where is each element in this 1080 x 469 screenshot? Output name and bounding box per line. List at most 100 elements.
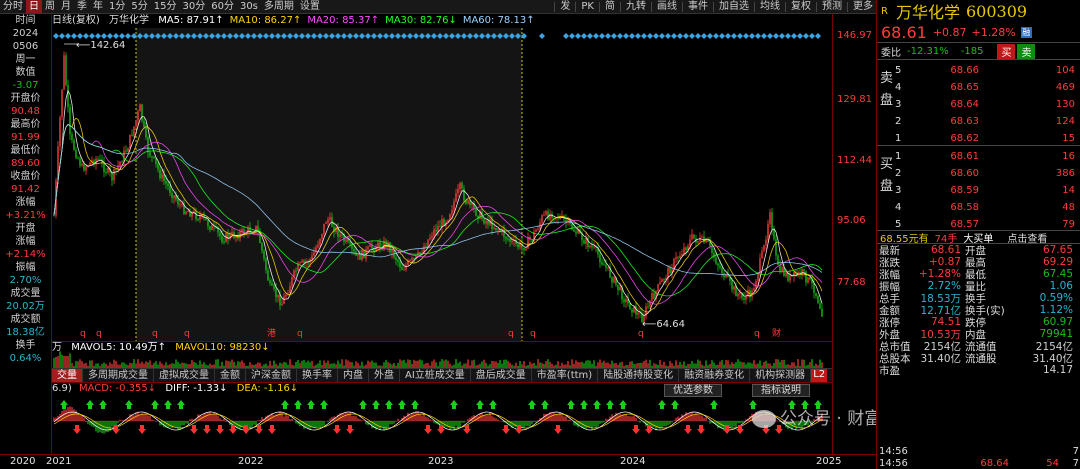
bid-level[interactable]: 3 68.59 14 bbox=[895, 182, 1080, 199]
period-tab-3[interactable]: 月 bbox=[58, 0, 74, 13]
signal-marker bbox=[53, 33, 59, 39]
stock-terminal: 分时日周月季年 1分 5分 15分 30分 60分 30s 多周期 设置 发 PK 简九转 画线 事件 加自… bbox=[0, 0, 1080, 469]
signal-marker bbox=[125, 33, 131, 39]
toolbar-right-7[interactable]: 均线 bbox=[757, 0, 783, 13]
candle-body bbox=[433, 229, 435, 236]
period-tab-4[interactable]: 季 bbox=[74, 0, 90, 13]
period-tab-11[interactable]: 30s bbox=[237, 0, 261, 13]
period-tab-13[interactable]: 设置 bbox=[297, 0, 323, 13]
candle-body bbox=[83, 163, 85, 171]
indicator-tab-2[interactable]: 虚拟成交量 bbox=[154, 369, 215, 382]
ask-level[interactable]: 2 68.63 124 bbox=[895, 113, 1080, 130]
sell-button[interactable]: 卖 bbox=[1017, 43, 1036, 59]
buy-button[interactable]: 买 bbox=[997, 43, 1016, 59]
signal-marker bbox=[731, 33, 737, 39]
candle-body bbox=[111, 172, 113, 181]
macd-pane[interactable]: 6.9) MACD: -0.355↓ DIFF: -1.33↓ DEA: -1.… bbox=[52, 382, 832, 454]
level-number: 5 bbox=[895, 219, 902, 230]
macd-signal-arrow bbox=[73, 425, 81, 434]
candle-body bbox=[283, 296, 285, 304]
indicator-help-button[interactable]: 指标说明 bbox=[752, 384, 810, 397]
candle-body bbox=[629, 303, 631, 310]
toolbar-separator bbox=[785, 1, 786, 12]
indicator-tab-13[interactable]: 机构探测器 bbox=[750, 369, 812, 382]
toolbar-right-6[interactable]: 加自选 bbox=[716, 0, 752, 13]
candle-body bbox=[819, 303, 821, 309]
candle-body bbox=[441, 218, 443, 228]
candle-body bbox=[777, 255, 779, 265]
toolbar-right-3[interactable]: 九转 bbox=[623, 0, 649, 13]
toolbar-separator bbox=[816, 1, 817, 12]
last-price: 68.61 bbox=[881, 22, 927, 42]
macd-signal-arrow bbox=[424, 425, 432, 434]
wechat-logo-icon bbox=[752, 410, 776, 428]
candle-body bbox=[185, 211, 187, 214]
period-tab-8[interactable]: 15分 bbox=[151, 0, 180, 13]
indicator-tab-8[interactable]: AI立桩成交量 bbox=[400, 369, 471, 382]
indicator-tab-0[interactable]: 交量 bbox=[52, 369, 83, 382]
candle-body bbox=[301, 260, 303, 263]
ask-level[interactable]: 4 68.65 469 bbox=[895, 79, 1080, 96]
signal-marker bbox=[659, 33, 665, 39]
info-line: 0506 bbox=[12, 41, 39, 52]
signal-marker bbox=[785, 33, 791, 39]
candle-body bbox=[725, 273, 727, 278]
bid-level[interactable]: 2 68.60 386 bbox=[895, 165, 1080, 182]
candle-body bbox=[89, 162, 91, 166]
toolbar-right-5[interactable]: 事件 bbox=[685, 0, 711, 13]
candle-body bbox=[113, 169, 115, 181]
macd-signal-arrow bbox=[333, 425, 341, 434]
candle-body bbox=[817, 295, 819, 304]
period-tab-12[interactable]: 多周期 bbox=[261, 0, 297, 13]
volume-pane[interactable]: 万 MAVOL5: 10.49万↑ MAVOL10: 98230↓ bbox=[52, 341, 832, 369]
candle-body bbox=[683, 247, 685, 255]
toolbar-right-9[interactable]: 预测 bbox=[819, 0, 845, 13]
candle-body bbox=[303, 260, 305, 263]
signal-marker bbox=[95, 33, 101, 39]
candle-body bbox=[399, 261, 401, 268]
bid-level[interactable]: 4 68.58 48 bbox=[895, 199, 1080, 216]
toolbar-right-4[interactable]: 画线 bbox=[654, 0, 680, 13]
indicator-tab-4[interactable]: 沪深金额 bbox=[246, 369, 297, 382]
indicator-tab-14[interactable]: 资金抄底 bbox=[830, 369, 832, 382]
candle-body bbox=[651, 293, 653, 301]
indicator-tab-3[interactable]: 金额 bbox=[215, 369, 246, 382]
candle-body bbox=[575, 231, 577, 234]
candle-body bbox=[459, 183, 461, 189]
price-chart[interactable]: ⟵142.64 ⟵64.64 q q q q q q q q q 港财 bbox=[52, 28, 832, 341]
period-tab-10[interactable]: 60分 bbox=[208, 0, 237, 13]
margin-badge[interactable]: 融 bbox=[1020, 26, 1032, 38]
macd-signal-arrow bbox=[411, 400, 419, 409]
period-tab-9[interactable]: 30分 bbox=[179, 0, 208, 13]
toolbar-right-8[interactable]: 复权 bbox=[788, 0, 814, 13]
period-tab-7[interactable]: 5分 bbox=[128, 0, 150, 13]
indicator-tab-11[interactable]: 陆股通持股变化 bbox=[598, 369, 680, 382]
indicator-tab-6[interactable]: 内盘 bbox=[338, 369, 369, 382]
toolbar-right-10[interactable]: 更多 bbox=[850, 0, 876, 13]
info-line: 涨幅 bbox=[15, 236, 36, 247]
price-change: +0.87 bbox=[932, 25, 967, 39]
period-tab-6[interactable]: 1分 bbox=[106, 0, 128, 13]
ask-level[interactable]: 3 68.64 130 bbox=[895, 96, 1080, 113]
macd-signal-arrow bbox=[164, 400, 172, 409]
period-tab-0[interactable]: 分时 bbox=[0, 0, 26, 13]
toolbar-right-1[interactable]: PK bbox=[578, 0, 597, 13]
indicator-tab-12[interactable]: 融资融券变化 bbox=[679, 369, 751, 382]
period-tab-2[interactable]: 周 bbox=[42, 0, 58, 13]
indicator-tab-1[interactable]: 多周期成交量 bbox=[83, 369, 154, 382]
period-tab-5[interactable]: 年 bbox=[90, 0, 106, 13]
chart-mode-label[interactable]: 日线(复权) bbox=[52, 15, 100, 26]
indicator-tab-9[interactable]: 盘后成交量 bbox=[471, 369, 532, 382]
bid-level[interactable]: 1 68.61 16 bbox=[895, 148, 1080, 165]
period-tab-1[interactable]: 日 bbox=[26, 0, 42, 13]
info-line: 振幅 bbox=[15, 262, 36, 273]
bid-level[interactable]: 5 68.57 79 bbox=[895, 216, 1080, 233]
candlestick-chart[interactable]: ⟵142.64⟵64.64q q q q q q q q q港财 bbox=[52, 28, 832, 341]
ask-level[interactable]: 5 68.66 104 bbox=[895, 62, 1080, 79]
indicator-tab-5[interactable]: 换手率 bbox=[297, 369, 338, 382]
indicator-tab-7[interactable]: 外盘 bbox=[369, 369, 400, 382]
toolbar-right-0[interactable]: 发 bbox=[557, 0, 573, 13]
optimize-params-button[interactable]: 优选参数 bbox=[664, 384, 722, 397]
toolbar-right-2[interactable]: 简 bbox=[602, 0, 618, 13]
indicator-tab-10[interactable]: 市盈率(ttm) bbox=[532, 369, 599, 382]
